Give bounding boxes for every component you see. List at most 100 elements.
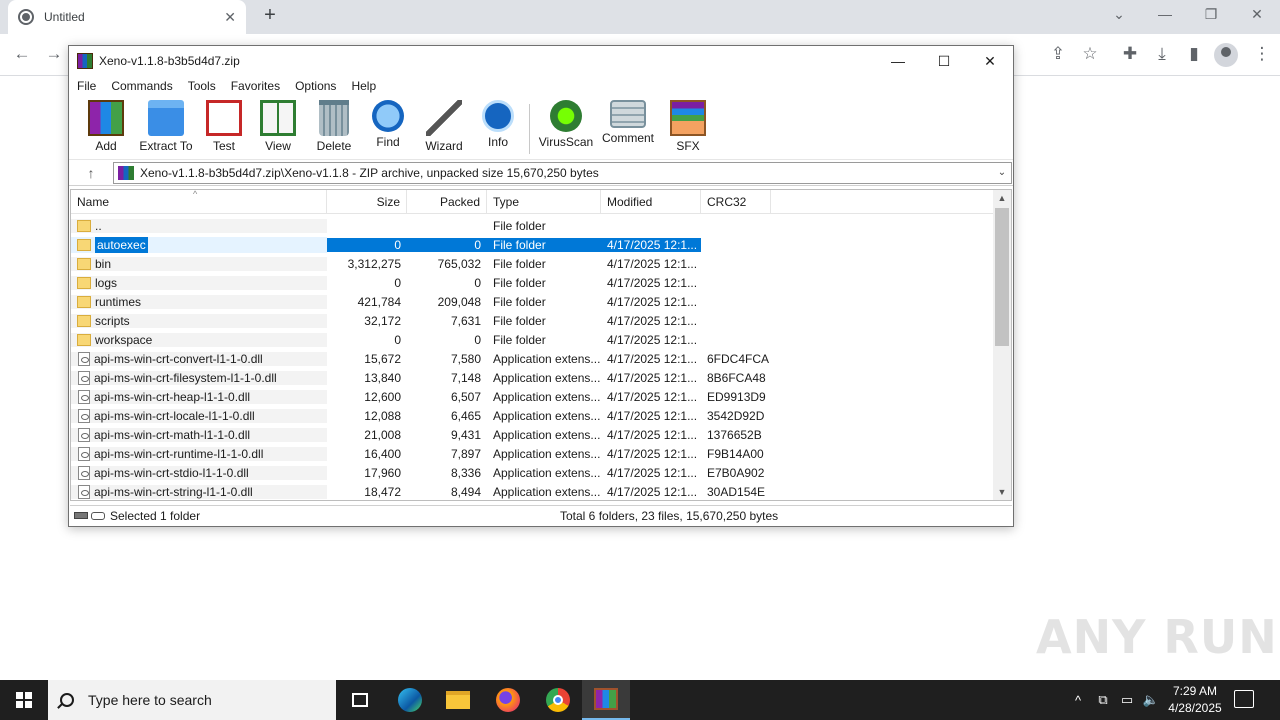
forward-icon[interactable]: → <box>42 44 66 64</box>
table-row[interactable]: api-ms-win-crt-string-l1-1-0.dll 18,472 8,… <box>71 482 995 500</box>
minimize-button[interactable]: — <box>875 46 921 76</box>
wand-icon <box>426 100 462 136</box>
file-packed: 0 <box>474 332 481 347</box>
folder-icon <box>446 691 470 709</box>
column-name[interactable]: ^ Name <box>71 190 327 214</box>
edge-button[interactable] <box>386 680 434 720</box>
add-button[interactable]: Add <box>77 100 135 153</box>
menu-help[interactable]: Help <box>351 79 376 93</box>
globe-icon <box>18 9 34 25</box>
restore-icon[interactable]: ❐ <box>1196 6 1226 23</box>
drive-icon[interactable] <box>74 512 88 519</box>
clock[interactable]: 7:29 AM 4/28/2025 <box>1160 683 1230 717</box>
clock-date: 4/28/2025 <box>1168 701 1222 715</box>
network-icon[interactable]: ▭ <box>1118 680 1136 720</box>
share-icon[interactable]: ⇪ <box>1046 44 1070 64</box>
file-list[interactable]: ^ Name Size Packed Type Modified CRC32 ..… <box>70 189 1012 501</box>
notification-icon[interactable] <box>1234 690 1254 708</box>
close-window-icon[interactable]: ✕ <box>1242 6 1272 23</box>
folder-icon <box>77 257 91 270</box>
column-size[interactable]: Size <box>327 190 407 214</box>
file-crc32: ED9913D9 <box>707 389 766 404</box>
table-row[interactable]: api-ms-win-crt-heap-l1-1-0.dll 12,600 6,50… <box>71 387 995 406</box>
menu-favorites[interactable]: Favorites <box>231 79 280 93</box>
device-icon[interactable]: ⧉ <box>1094 680 1112 720</box>
table-row[interactable]: workspace 0 0 File folder 4/17/2025 12:1... <box>71 330 995 349</box>
start-button[interactable] <box>0 680 48 720</box>
sfx-button[interactable]: SFX <box>659 100 717 153</box>
table-row[interactable]: api-ms-win-crt-stdio-l1-1-0.dll 17,960 8,3… <box>71 463 995 482</box>
file-packed: 0 <box>407 237 487 252</box>
file-name: autoexec <box>95 236 148 253</box>
scroll-up-icon[interactable]: ▲ <box>993 190 1011 206</box>
browser-tab[interactable]: Untitled ✕ <box>8 0 246 34</box>
comment-button[interactable]: Comment <box>599 100 657 145</box>
up-arrow-icon[interactable]: ↑ <box>69 165 113 181</box>
tab-search-icon[interactable]: ⌄ <box>1104 6 1134 23</box>
menu-options[interactable]: Options <box>295 79 336 93</box>
file-explorer-button[interactable] <box>434 680 482 720</box>
path-combobox[interactable]: Xeno-v1.1.8-b3b5d4d7.zip\Xeno-v1.1.8 - Z… <box>113 161 1012 184</box>
anyrun-watermark: ANY RUN <box>1036 610 1278 664</box>
profile-avatar[interactable] <box>1214 43 1238 67</box>
file-packed: 7,631 <box>450 313 481 328</box>
table-row[interactable]: autoexec 0 0 File folder 4/17/2025 12:1... <box>71 235 995 254</box>
volume-icon[interactable]: 🔈 <box>1142 680 1160 720</box>
wizard-button[interactable]: Wizard <box>415 100 473 153</box>
key-icon[interactable] <box>91 511 105 520</box>
table-row[interactable]: api-ms-win-crt-math-l1-1-0.dll 21,008 9,43… <box>71 425 995 444</box>
table-row[interactable]: .. File folder <box>71 216 995 235</box>
table-row[interactable]: api-ms-win-crt-runtime-l1-1-0.dll 16,400 7… <box>71 444 995 463</box>
chevron-up-icon[interactable]: ^ <box>1070 680 1086 720</box>
table-row[interactable]: api-ms-win-crt-filesystem-l1-1-0.dll 13,8… <box>71 368 995 387</box>
winrar-taskbar-button[interactable] <box>582 680 630 720</box>
virusscan-button[interactable]: VirusScan <box>537 100 595 149</box>
table-row[interactable]: bin 3,312,275 765,032 File folder 4/17/2025 … <box>71 254 995 273</box>
extensions-icon[interactable]: ✚ <box>1118 44 1142 64</box>
bookmark-star-icon[interactable]: ☆ <box>1078 44 1102 64</box>
chevron-down-icon[interactable]: ⌄ <box>993 167 1011 178</box>
minimize-icon[interactable]: — <box>1150 6 1180 22</box>
scroll-down-icon[interactable]: ▼ <box>993 484 1011 500</box>
task-view-button[interactable] <box>336 680 384 720</box>
column-modified[interactable]: Modified <box>601 190 701 214</box>
chrome-button[interactable] <box>534 680 582 720</box>
extract-to-button[interactable]: Extract To <box>137 100 195 153</box>
vertical-scrollbar[interactable]: ▲ ▼ <box>993 190 1011 500</box>
file-crc32: F9B14A00 <box>707 446 764 461</box>
winrar-toolbar: Add Extract To Test View Delete Find Wiz… <box>69 96 1013 160</box>
view-button[interactable]: View <box>249 100 307 153</box>
file-size: 0 <box>394 332 401 347</box>
dll-file-icon <box>78 465 90 480</box>
firefox-button[interactable] <box>484 680 532 720</box>
delete-button[interactable]: Delete <box>305 100 363 153</box>
file-name-cell: api-ms-win-crt-locale-l1-1-0.dll <box>71 408 327 423</box>
menu-file[interactable]: File <box>77 79 96 93</box>
column-type[interactable]: Type <box>487 190 601 214</box>
back-icon[interactable]: ← <box>10 44 34 64</box>
column-crc32[interactable]: CRC32 <box>701 190 771 214</box>
maximize-button[interactable]: ☐ <box>921 46 967 76</box>
side-panel-icon[interactable]: ▮ <box>1182 44 1206 64</box>
file-crc32: 6FDC4FCA <box>707 351 770 366</box>
close-tab-icon[interactable]: ✕ <box>224 9 236 26</box>
column-packed[interactable]: Packed <box>407 190 487 214</box>
menu-kebab-icon[interactable]: ⋮ <box>1250 44 1274 64</box>
menu-commands[interactable]: Commands <box>111 79 172 93</box>
download-icon[interactable]: ⤓ <box>1150 44 1174 64</box>
test-button[interactable]: Test <box>195 100 253 153</box>
table-row[interactable]: api-ms-win-crt-locale-l1-1-0.dll 12,088 6,… <box>71 406 995 425</box>
close-button[interactable]: ✕ <box>967 46 1013 76</box>
file-name-cell: runtimes <box>71 294 327 309</box>
table-row[interactable]: runtimes 421,784 209,048 File folder 4/17/20… <box>71 292 995 311</box>
table-row[interactable]: api-ms-win-crt-convert-l1-1-0.dll 15,672 7… <box>71 349 995 368</box>
scroll-thumb[interactable] <box>995 208 1009 346</box>
taskbar-search[interactable]: Type here to search <box>48 680 336 720</box>
file-size: 21,008 <box>364 427 401 442</box>
find-button[interactable]: Find <box>359 100 417 149</box>
info-button[interactable]: Info <box>469 100 527 149</box>
new-tab-button[interactable]: + <box>258 4 282 27</box>
menu-tools[interactable]: Tools <box>188 79 216 93</box>
table-row[interactable]: scripts 32,172 7,631 File folder 4/17/2025 1… <box>71 311 995 330</box>
table-row[interactable]: logs 0 0 File folder 4/17/2025 12:1... <box>71 273 995 292</box>
